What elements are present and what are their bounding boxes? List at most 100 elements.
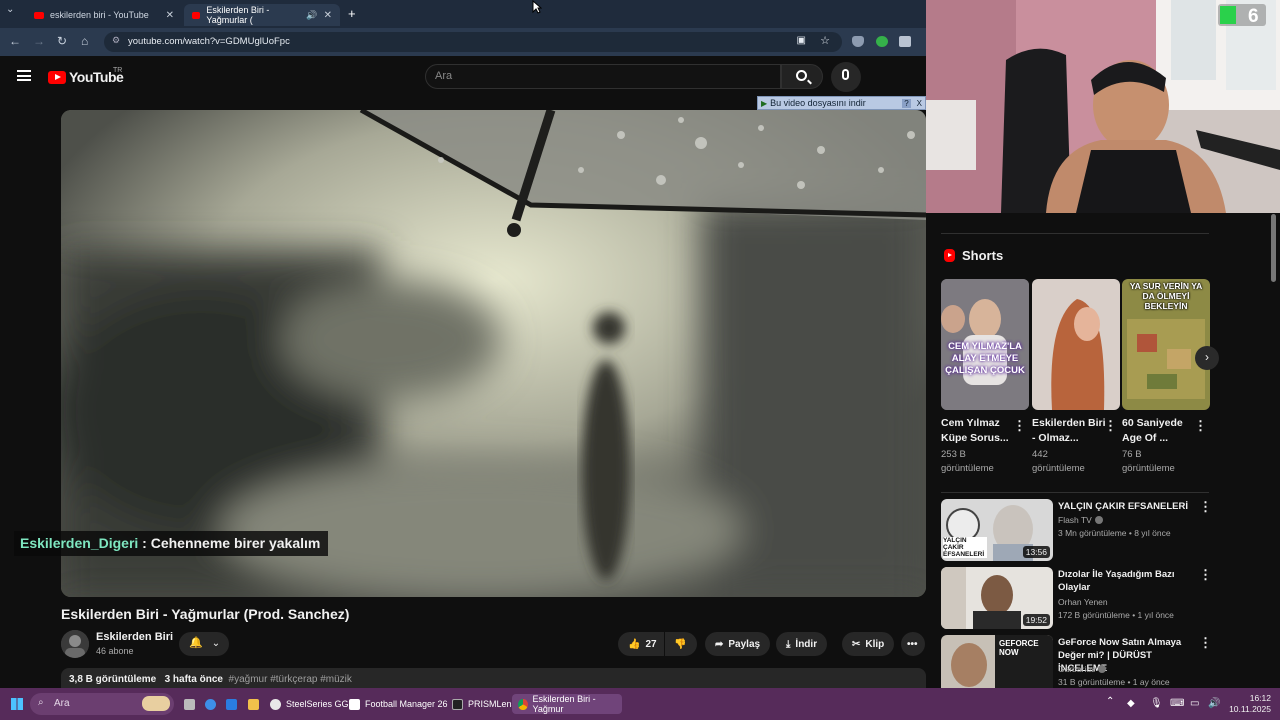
reload-icon[interactable]: ↻ xyxy=(57,34,67,48)
video-title-link[interactable]: Dızolar İle Yaşadığım Bazı Olaylar xyxy=(1058,568,1198,594)
home-icon[interactable]: ⌂ xyxy=(81,34,88,48)
edge-icon[interactable] xyxy=(226,699,237,710)
video-thumbnail[interactable]: GEFORCE NOW xyxy=(941,635,1053,688)
keyboard-icon[interactable]: ⌨ xyxy=(1170,698,1184,709)
short-views: 442 görüntüleme xyxy=(1032,449,1085,474)
taskbar-app-chrome[interactable]: Eskilerden Biri - Yağmur xyxy=(512,694,622,714)
bookmark-star-icon[interactable]: ☆ xyxy=(820,34,830,47)
video-thumbnail[interactable]: YALÇIN ÇAKIR EFSANELERİ 13:56 xyxy=(941,499,1053,561)
download-bar-close-button[interactable]: X xyxy=(914,99,925,108)
taskbar-app-prismlens[interactable]: PRISMLens xyxy=(446,694,522,714)
scrollbar[interactable] xyxy=(1271,214,1276,282)
site-info-icon[interactable]: ⚙ xyxy=(112,35,120,46)
channel-name[interactable]: Eskilerden Biri xyxy=(96,631,173,643)
tab-title: Eskilerden Biri - Yağmurlar ( xyxy=(206,5,270,25)
video-more-icon[interactable]: ⋮ xyxy=(1199,635,1212,651)
short-more-icon[interactable]: ⋮ xyxy=(1013,418,1026,434)
short-title[interactable]: Eskilerden Biri - Olmaz... xyxy=(1032,416,1107,446)
short-overlay-text: YA SUR VERİN YA DA ÖLMEYİ BEKLEYİN xyxy=(1129,281,1203,311)
video-title: Eskilerden Biri - Yağmurlar (Prod. Sanch… xyxy=(61,606,350,622)
search-input[interactable]: Ara xyxy=(425,64,781,89)
download-button[interactable]: ⤓ İndir xyxy=(776,632,828,656)
bell-icon: 🔔 xyxy=(189,637,203,649)
task-view-icon[interactable] xyxy=(184,699,195,710)
short-thumbnail[interactable] xyxy=(1032,279,1120,410)
webcam-feed: 6 xyxy=(926,0,1280,213)
scissors-icon: ✂ xyxy=(852,638,861,650)
video-duration: 13:56 xyxy=(1022,546,1050,558)
tab-video[interactable]: Eskilerden Biri - Yağmurlar ( 🔊 ✕ xyxy=(184,4,340,26)
search-button[interactable] xyxy=(781,64,823,89)
verified-icon xyxy=(1098,665,1107,673)
short-thumbnail[interactable]: YA SUR VERİN YA DA ÖLMEYİ BEKLEYİN xyxy=(1122,279,1210,410)
video-more-icon[interactable]: ⋮ xyxy=(1199,499,1212,515)
chat-text: : Cehenneme birer yakalım xyxy=(138,535,321,551)
short-more-icon[interactable]: ⋮ xyxy=(1104,418,1117,434)
taskbar-app-football-manager[interactable]: Football Manager 26 xyxy=(343,694,454,714)
address-bar[interactable]: ⚙ youtube.com/watch?v=GDMUglUoFpc ▣ ☆ xyxy=(104,32,842,52)
download-help-button[interactable]: ? xyxy=(902,98,911,108)
taskbar-app-label: Football Manager 26 xyxy=(365,699,448,709)
notification-bell-button[interactable]: 🔔 ⌄ xyxy=(179,632,229,656)
webcam-overlay: 6 xyxy=(926,0,1280,213)
tab-close-icon[interactable]: ✕ xyxy=(166,10,174,21)
microphone-icon xyxy=(842,69,849,80)
extensions-icon[interactable] xyxy=(899,36,911,47)
file-explorer-icon[interactable] xyxy=(248,699,259,710)
green-extension-icon[interactable] xyxy=(876,36,888,47)
hashtags[interactable]: #yağmur #türkçerap #müzik xyxy=(229,674,352,685)
taskbar-app-label: SteelSeries GG xyxy=(286,699,349,709)
prismlens-icon xyxy=(452,698,463,710)
speaker-icon[interactable]: 🔊 xyxy=(306,10,317,21)
tab-search-chevron-icon[interactable]: ⌄ xyxy=(6,4,14,15)
publish-date: 3 hafta önce xyxy=(164,674,223,685)
download-video-bar[interactable]: ▶ Bu video dosyasını indir ? X xyxy=(757,96,926,110)
short-more-icon[interactable]: ⋮ xyxy=(1194,418,1207,434)
shorts-next-button[interactable]: › xyxy=(1195,346,1219,370)
microphone-icon[interactable]: 🎙 xyxy=(1150,698,1163,709)
video-meta: 3 Mn görüntüleme • 8 yıl önce xyxy=(1058,528,1171,538)
video-player[interactable] xyxy=(61,110,926,597)
tray-app-icon[interactable]: ◆ xyxy=(1127,698,1135,709)
video-channel[interactable]: Flash TV xyxy=(1058,515,1103,525)
more-actions-button[interactable]: ••• xyxy=(901,632,925,656)
short-thumbnail[interactable]: CEM YILMAZ'LA ALAY ETMEYE ÇALIŞAN ÇOCUK xyxy=(941,279,1029,410)
short-views: 76 Bgörüntüleme xyxy=(1122,449,1175,474)
tab-youtube-search[interactable]: eskilerden biri - YouTube ✕ xyxy=(26,4,182,26)
video-channel[interactable]: Garbarius xyxy=(1058,664,1107,674)
display-icon[interactable]: ▭ xyxy=(1190,698,1199,709)
dislike-button[interactable]: 👎 xyxy=(665,632,697,656)
video-more-icon[interactable]: ⋮ xyxy=(1199,567,1212,583)
taskbar-search[interactable]: ⌕ Ara xyxy=(30,693,174,715)
voice-search-button[interactable] xyxy=(831,62,861,92)
taskbar-app-label: PRISMLens xyxy=(468,699,517,709)
video-thumbnail[interactable]: 19:52 xyxy=(941,567,1053,629)
new-tab-icon[interactable]: + xyxy=(348,6,356,21)
short-overlay-text: CEM YILMAZ'LA ALAY ETMEYE ÇALIŞAN ÇOCUK xyxy=(945,341,1025,376)
short-title[interactable]: Cem Yılmaz Küpe Sorus... xyxy=(941,416,1016,446)
volume-icon[interactable]: 🔊 xyxy=(1208,698,1220,709)
cast-icon[interactable]: ▣ xyxy=(797,35,806,46)
back-icon[interactable]: ← xyxy=(9,34,21,48)
clip-button[interactable]: ✂ Klip xyxy=(842,632,895,656)
thumbs-up-icon: 👍 xyxy=(628,638,641,650)
stream-chat-message: Eskilerden_Digeri : Cehenneme birer yaka… xyxy=(14,531,328,556)
copilot-icon[interactable] xyxy=(205,699,216,710)
windows-start-icon[interactable] xyxy=(11,698,23,710)
taskbar-clock[interactable]: 16:12 10.11.2025 xyxy=(1227,693,1271,715)
webcam-overlay-number: 6 xyxy=(1248,6,1259,27)
like-button[interactable]: 👍 27 xyxy=(618,632,664,656)
menu-icon[interactable] xyxy=(17,70,31,81)
forward-icon[interactable]: → xyxy=(33,34,45,48)
tab-title: eskilerden biri - YouTube xyxy=(50,10,149,20)
share-button[interactable]: ➦ Paylaş xyxy=(705,632,771,656)
short-title[interactable]: 60 Saniyede Age Of ... xyxy=(1122,416,1197,446)
channel-avatar[interactable] xyxy=(61,630,89,658)
tab-close-icon[interactable]: ✕ xyxy=(324,10,332,21)
video-title-link[interactable]: YALÇIN ÇAKIR EFSANELERİ xyxy=(1058,500,1198,513)
video-channel[interactable]: Orhan Yenen xyxy=(1058,597,1108,607)
taskbar-app-steelseries[interactable]: SteelSeries GG xyxy=(264,694,355,714)
shield-extension-icon[interactable] xyxy=(852,36,864,47)
tray-overflow-icon[interactable]: ⌃ xyxy=(1106,696,1114,707)
description-box[interactable]: 3,8 B görüntüleme 3 hafta önce #yağmur #… xyxy=(61,668,926,690)
